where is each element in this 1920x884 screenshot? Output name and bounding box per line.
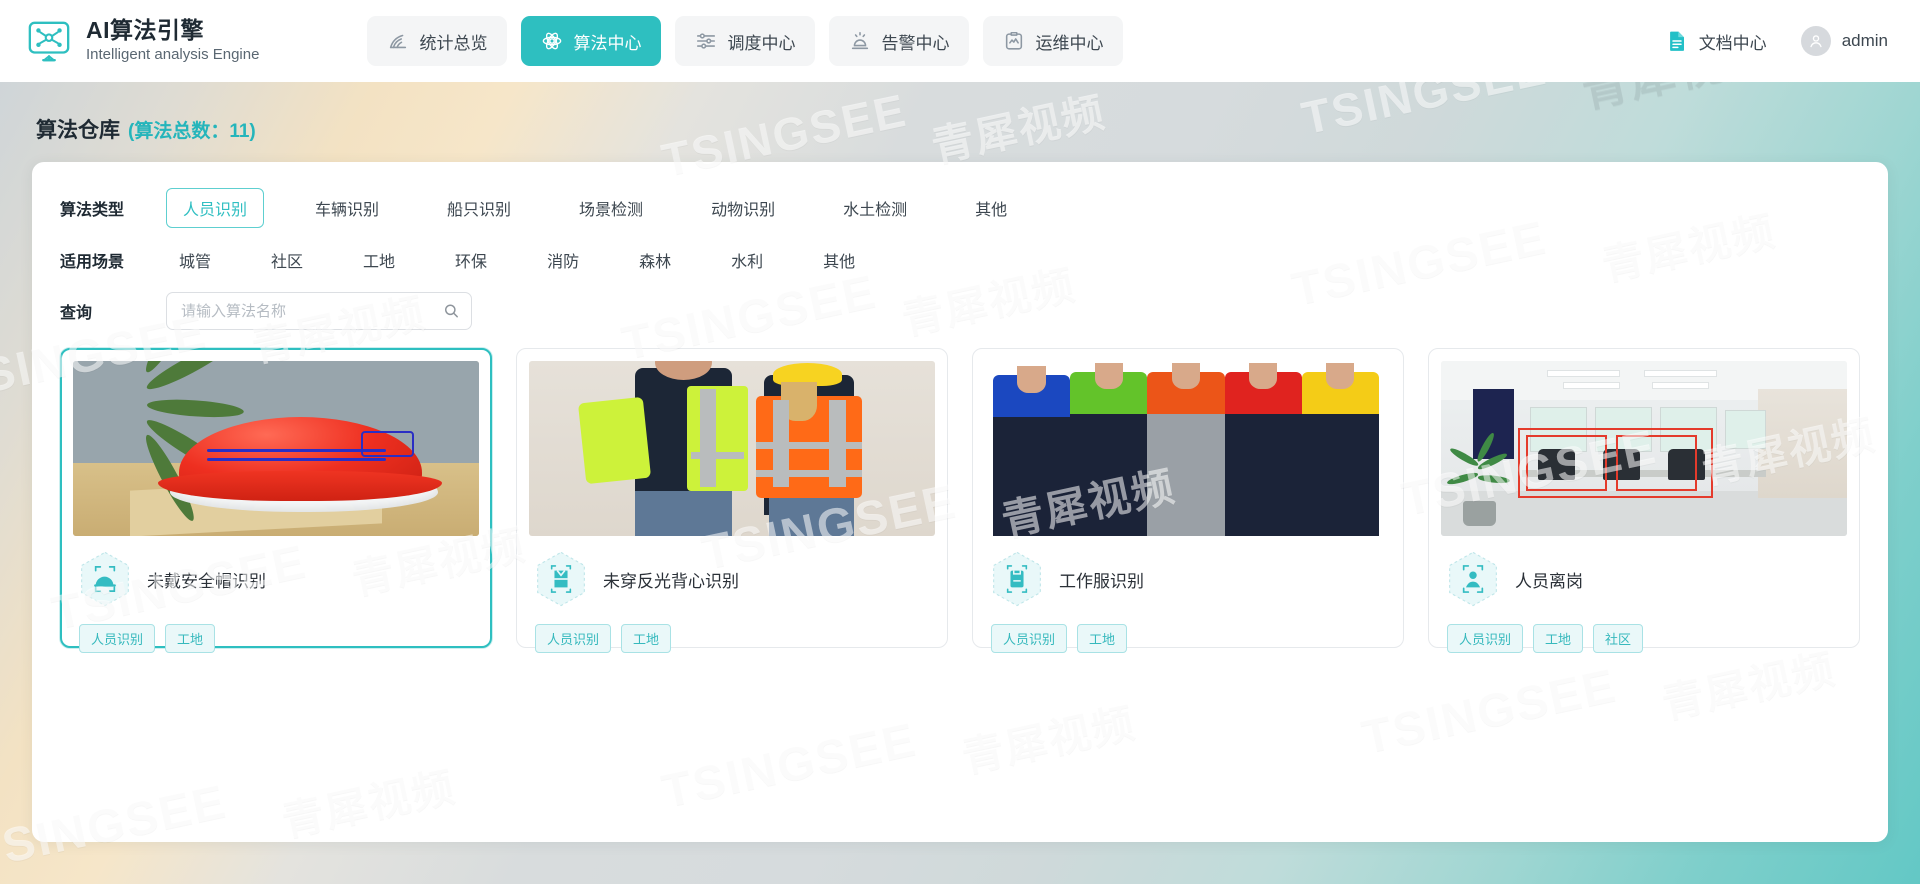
monitor-network-icon: [26, 18, 72, 64]
card-tag[interactable]: 社区: [1593, 624, 1644, 653]
filter-chip-scene-5[interactable]: 森林: [626, 240, 684, 280]
nav-item-label: 运维中心: [1035, 33, 1104, 53]
card-thumbnail: [1441, 361, 1847, 536]
vest-hex-icon: [533, 550, 589, 608]
nav-item-algorithm-center[interactable]: 算法中心: [521, 16, 662, 66]
card-tags: 人员识别 工地: [985, 624, 1391, 653]
filter-label-scene: 适用场景: [60, 254, 125, 271]
user-menu[interactable]: admin: [1800, 26, 1888, 56]
card-tags: 人员识别 工地 社区: [1441, 624, 1847, 653]
office-detection-image: [1441, 361, 1847, 536]
card-tag[interactable]: 工地: [621, 624, 672, 653]
filter-label-type: 算法类型: [60, 202, 125, 219]
main-nav: 统计总览 算法中心 调度中心 告警中心 运维中心: [367, 16, 1124, 66]
filter-chip-scene-1[interactable]: 社区: [258, 240, 316, 280]
filter-chip-type-2[interactable]: 船只识别: [430, 188, 528, 228]
page-body: 算法仓库 (算法总数：11) 算法类型 人员识别 车辆识别 船只识别 场景检测 …: [0, 82, 1920, 884]
filter-chips-type: 人员识别 车辆识别 船只识别 场景检测 动物识别 水土检测 其他: [166, 188, 1058, 228]
user-name: admin: [1841, 31, 1888, 50]
page-title: 算法仓库: [36, 119, 120, 142]
brand-title: AI算法引擎: [86, 17, 204, 44]
algorithm-card-helmet[interactable]: 未戴安全帽识别 人员识别 工地: [60, 348, 492, 653]
algorithm-card-vest[interactable]: 未穿反光背心识别 人员识别 工地: [516, 348, 948, 653]
card-thumbnail: [73, 361, 479, 536]
person-scan-hex-icon: [1445, 550, 1501, 608]
nav-item-label: 告警中心: [881, 33, 950, 53]
alarm-siren-icon: [849, 30, 871, 52]
filter-chips-scene: 城管 社区 工地 环保 消防 森林 水利 其他: [166, 240, 902, 280]
card-meta: 人员离岗: [1441, 550, 1847, 608]
card-tag[interactable]: 人员识别: [991, 624, 1068, 653]
filter-chip-type-5[interactable]: 水土检测: [826, 188, 924, 228]
uniform-hex-icon: [989, 550, 1045, 608]
card-tag[interactable]: 工地: [165, 624, 216, 653]
doc-center-label: 文档中心: [1698, 33, 1767, 53]
algorithm-card-absence[interactable]: 人员离岗 人员识别 工地 社区: [1428, 348, 1860, 653]
card-tags: 人员识别 工地: [73, 624, 479, 653]
filter-chip-scene-4[interactable]: 消防: [534, 240, 592, 280]
card-meta: 未穿反光背心识别: [529, 550, 935, 608]
algorithm-panel: 算法类型 人员识别 车辆识别 船只识别 场景检测 动物识别 水土检测 其他 适用…: [32, 162, 1888, 842]
card-tag[interactable]: 人员识别: [79, 624, 156, 653]
card-title: 未穿反光背心识别: [603, 571, 739, 591]
card-meta: 工作服识别: [985, 550, 1391, 608]
sliders-schedule-icon: [695, 30, 717, 52]
algorithm-count: (算法总数：11): [128, 121, 256, 142]
nav-item-label: 统计总览: [419, 33, 488, 53]
nav-item-label: 算法中心: [573, 33, 642, 53]
card-tag[interactable]: 人员识别: [1447, 624, 1524, 653]
filter-chip-type-6[interactable]: 其他: [958, 188, 1024, 228]
filter-chip-scene-2[interactable]: 工地: [350, 240, 408, 280]
algorithm-card-grid: 未戴安全帽识别 人员识别 工地 未穿反光背心识别 人员识别 工地 工作服识别 人…: [60, 348, 1860, 653]
filter-row-search: 查询: [60, 292, 1860, 330]
search-icon[interactable]: [443, 303, 460, 320]
app-header: AI算法引擎 Intelligent analysis Engine 统计总览: [0, 0, 1920, 82]
algorithm-card-uniform[interactable]: 工作服识别 人员识别 工地: [972, 348, 1404, 653]
doc-center-button[interactable]: 文档中心: [1665, 29, 1767, 54]
document-icon: [1665, 29, 1689, 53]
work-uniform-group-image: [985, 361, 1391, 536]
filter-label-search: 查询: [60, 305, 93, 322]
filter-chip-type-1[interactable]: 车辆识别: [298, 188, 396, 228]
nav-item-alarm-center[interactable]: 告警中心: [829, 16, 970, 66]
search-input[interactable]: [181, 302, 437, 320]
nav-item-schedule-center[interactable]: 调度中心: [675, 16, 816, 66]
filter-chip-scene-0[interactable]: 城管: [166, 240, 224, 280]
card-thumbnail: [985, 361, 1391, 536]
filter-chip-type-0[interactable]: 人员识别: [166, 188, 265, 228]
card-title: 工作服识别: [1059, 571, 1144, 591]
brand-block: AI算法引擎 Intelligent analysis Engine: [26, 17, 259, 65]
nav-item-ops-center[interactable]: 运维中心: [983, 16, 1124, 66]
atom-algorithm-icon: [541, 30, 563, 52]
brand-subtitle: Intelligent analysis Engine: [86, 46, 260, 64]
card-title: 人员离岗: [1515, 571, 1583, 591]
clipboard-monitor-icon: [1003, 30, 1025, 52]
filter-row-type: 算法类型 人员识别 车辆识别 船只识别 场景检测 动物识别 水土检测 其他: [60, 188, 1860, 228]
search-box[interactable]: [166, 292, 472, 330]
filter-chip-scene-7[interactable]: 其他: [810, 240, 868, 280]
filter-chip-scene-6[interactable]: 水利: [718, 240, 776, 280]
card-title: 未戴安全帽识别: [147, 571, 266, 591]
red-safety-helmet-image: [73, 361, 479, 536]
header-right-actions: 文档中心 admin: [1665, 26, 1894, 56]
nav-item-statistics[interactable]: 统计总览: [367, 16, 508, 66]
card-tag[interactable]: 工地: [1077, 624, 1128, 653]
nav-item-label: 调度中心: [727, 33, 796, 53]
card-meta: 未戴安全帽识别: [73, 550, 479, 608]
filter-chip-type-3[interactable]: 场景检测: [562, 188, 660, 228]
card-thumbnail: [529, 361, 935, 536]
user-avatar-icon: [1800, 26, 1831, 56]
page-header: 算法仓库 (算法总数：11): [32, 102, 1888, 144]
card-tags: 人员识别 工地: [529, 624, 935, 653]
chart-overview-icon: [387, 30, 409, 52]
card-tag[interactable]: 人员识别: [535, 624, 612, 653]
helmet-hex-icon: [77, 550, 133, 608]
filter-chip-scene-3[interactable]: 环保: [442, 240, 500, 280]
filter-chip-type-4[interactable]: 动物识别: [694, 188, 792, 228]
hi-vis-vest-workers-image: [529, 361, 935, 536]
filter-row-scene: 适用场景 城管 社区 工地 环保 消防 森林 水利 其他: [60, 240, 1860, 280]
card-tag[interactable]: 工地: [1533, 624, 1584, 653]
